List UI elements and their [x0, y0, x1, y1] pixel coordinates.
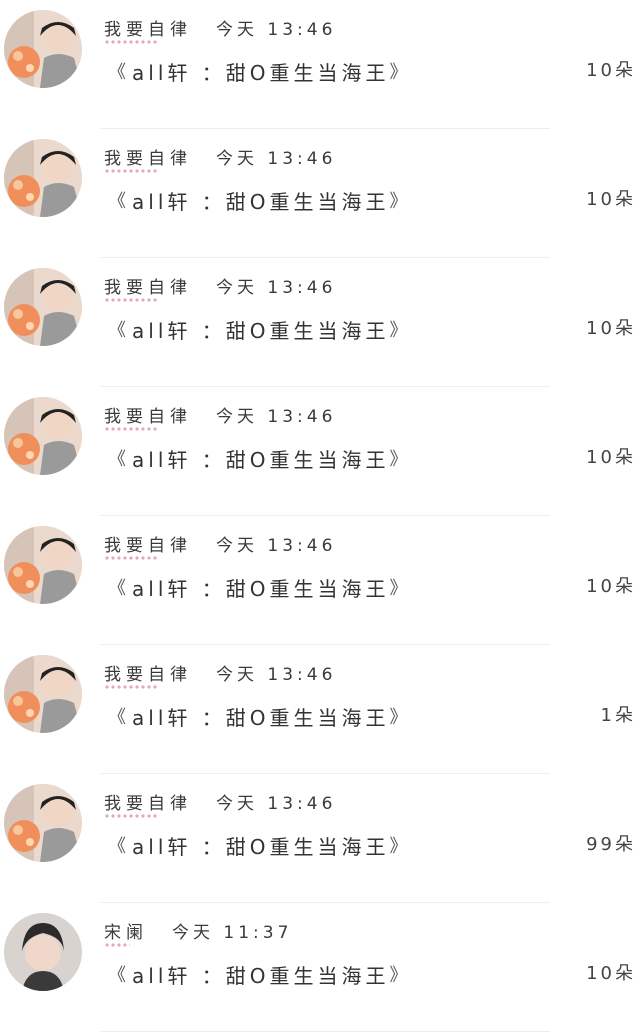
meta: 宋阑 今天 11:37	[104, 915, 293, 947]
book-title-line[interactable]: 《 all轩 ：甜O重生当海王 》	[108, 828, 407, 862]
bracket-open: 《	[108, 191, 126, 212]
flower-count: 10朵	[586, 189, 636, 210]
avatar[interactable]	[4, 10, 82, 88]
book-title: all轩 ：甜O重生当海王	[132, 60, 390, 85]
list-item[interactable]: 我要自律 今天 13:46 《 all轩 ：甜O重生当海王 》 99朵	[0, 774, 640, 903]
book-title-line[interactable]: 《 all轩 ：甜O重生当海王 》	[108, 570, 407, 604]
flower-count: 10朵	[586, 447, 636, 468]
book-title: all轩 ：甜O重生当海王	[132, 318, 390, 343]
bracket-open: 《	[108, 965, 126, 986]
list-item[interactable]: 宋阑 今天 11:37 《 all轩 ：甜O重生当海王 》 10朵	[0, 903, 640, 1032]
avatar[interactable]	[4, 268, 82, 346]
bracket-close: 》	[389, 62, 408, 83]
meta: 我要自律 今天 13:46	[104, 270, 337, 302]
avatar[interactable]	[4, 139, 82, 217]
bracket-close: 》	[389, 449, 408, 470]
username[interactable]: 我要自律	[104, 273, 192, 302]
flower-count: 1朵	[600, 705, 636, 726]
bracket-open: 《	[108, 320, 126, 341]
timestamp: 今天 13:46	[216, 148, 337, 169]
book-title: all轩 ：甜O重生当海王	[132, 189, 390, 214]
book-title-line[interactable]: 《 all轩 ：甜O重生当海王 》	[108, 699, 407, 733]
timestamp: 今天 13:46	[216, 664, 337, 685]
avatar[interactable]	[4, 526, 82, 604]
username[interactable]: 我要自律	[104, 531, 192, 560]
book-title-line[interactable]: 《 all轩 ：甜O重生当海王 》	[108, 441, 407, 475]
meta: 我要自律 今天 13:46	[104, 12, 337, 44]
avatar[interactable]	[4, 784, 82, 862]
book-title: all轩 ：甜O重生当海王	[132, 576, 390, 601]
bracket-close: 》	[389, 965, 408, 986]
book-title-line[interactable]: 《 all轩 ：甜O重生当海王 》	[108, 312, 407, 346]
bracket-open: 《	[108, 449, 126, 470]
list-item[interactable]: 我要自律 今天 13:46 《 all轩 ：甜O重生当海王 》 10朵	[0, 516, 640, 645]
timestamp: 今天 11:37	[172, 922, 293, 943]
bracket-open: 《	[108, 836, 126, 857]
flower-count: 10朵	[586, 576, 636, 597]
bracket-close: 》	[389, 578, 408, 599]
timestamp: 今天 13:46	[216, 406, 337, 427]
meta: 我要自律 今天 13:46	[104, 657, 337, 689]
flower-count: 10朵	[586, 60, 636, 81]
bracket-close: 》	[389, 191, 408, 212]
book-title: all轩 ：甜O重生当海王	[132, 447, 390, 472]
list-item[interactable]: 我要自律 今天 13:46 《 all轩 ：甜O重生当海王 》 1朵	[0, 645, 640, 774]
timestamp: 今天 13:46	[216, 793, 337, 814]
username[interactable]: 我要自律	[104, 15, 192, 44]
timestamp: 今天 13:46	[216, 19, 337, 40]
book-title-line[interactable]: 《 all轩 ：甜O重生当海王 》	[108, 957, 407, 991]
meta: 我要自律 今天 13:46	[104, 528, 337, 560]
meta: 我要自律 今天 13:46	[104, 141, 337, 173]
bracket-close: 》	[389, 836, 408, 857]
bracket-open: 《	[108, 578, 126, 599]
book-title: all轩 ：甜O重生当海王	[132, 705, 390, 730]
avatar[interactable]	[4, 913, 82, 991]
list-item[interactable]: 我要自律 今天 13:46 《 all轩 ：甜O重生当海王 》 10朵	[0, 0, 640, 129]
avatar[interactable]	[4, 397, 82, 475]
gift-record-list: 我要自律 今天 13:46 《 all轩 ：甜O重生当海王 》 10朵 我要自律…	[0, 0, 640, 1032]
username[interactable]: 我要自律	[104, 402, 192, 431]
meta: 我要自律 今天 13:46	[104, 786, 337, 818]
list-item[interactable]: 我要自律 今天 13:46 《 all轩 ：甜O重生当海王 》 10朵	[0, 129, 640, 258]
flower-count: 10朵	[586, 963, 636, 984]
book-title: all轩 ：甜O重生当海王	[132, 834, 390, 859]
timestamp: 今天 13:46	[216, 535, 337, 556]
flower-count: 10朵	[586, 318, 636, 339]
bracket-close: 》	[389, 707, 408, 728]
avatar[interactable]	[4, 655, 82, 733]
list-item[interactable]: 我要自律 今天 13:46 《 all轩 ：甜O重生当海王 》 10朵	[0, 258, 640, 387]
timestamp: 今天 13:46	[216, 277, 337, 298]
bracket-open: 《	[108, 62, 126, 83]
meta: 我要自律 今天 13:46	[104, 399, 337, 431]
username[interactable]: 宋阑	[104, 918, 148, 947]
username[interactable]: 我要自律	[104, 789, 192, 818]
book-title: all轩 ：甜O重生当海王	[132, 963, 390, 988]
username[interactable]: 我要自律	[104, 144, 192, 173]
list-item[interactable]: 我要自律 今天 13:46 《 all轩 ：甜O重生当海王 》 10朵	[0, 387, 640, 516]
flower-count: 99朵	[586, 834, 636, 855]
book-title-line[interactable]: 《 all轩 ：甜O重生当海王 》	[108, 54, 407, 88]
bracket-open: 《	[108, 707, 126, 728]
username[interactable]: 我要自律	[104, 660, 192, 689]
book-title-line[interactable]: 《 all轩 ：甜O重生当海王 》	[108, 183, 407, 217]
bracket-close: 》	[389, 320, 408, 341]
